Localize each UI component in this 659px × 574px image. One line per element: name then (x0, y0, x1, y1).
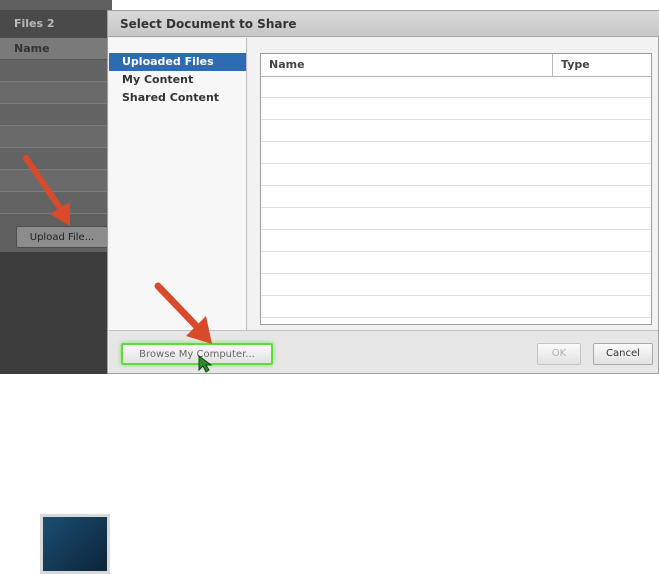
dialog-title: Select Document to Share (108, 11, 659, 37)
annotation-arrow-upload (23, 155, 70, 226)
background-thumbnail (0, 252, 112, 574)
list-item[interactable] (0, 82, 112, 104)
table-body (261, 76, 651, 324)
list-item[interactable] (0, 126, 112, 148)
monitor-image (40, 514, 110, 574)
column-header-type[interactable]: Type (553, 54, 651, 76)
table-row (261, 230, 651, 252)
file-table: Name Type (260, 53, 652, 325)
table-row (261, 186, 651, 208)
table-row (261, 142, 651, 164)
content-area: Name Type (248, 38, 658, 330)
table-row (261, 120, 651, 142)
table-row (261, 76, 651, 98)
sidebar-item-uploaded-files[interactable]: Uploaded Files (109, 53, 246, 71)
ok-button[interactable]: OK (537, 343, 581, 365)
column-header-name[interactable]: Name (261, 54, 553, 76)
table-row (261, 98, 651, 120)
sidebar-item-shared-content[interactable]: Shared Content (109, 89, 246, 107)
sidebar-item-my-content[interactable]: My Content (109, 71, 246, 89)
table-header: Name Type (261, 54, 651, 77)
files-panel-title: Files 2 (0, 10, 112, 38)
cancel-button[interactable]: Cancel (593, 343, 653, 365)
table-row (261, 274, 651, 296)
files-column-header[interactable]: Name (0, 38, 112, 60)
table-row (261, 252, 651, 274)
list-item[interactable] (0, 104, 112, 126)
mouse-cursor-icon (198, 355, 213, 373)
table-row (261, 296, 651, 318)
table-row (261, 164, 651, 186)
table-row (261, 208, 651, 230)
list-item[interactable] (0, 60, 112, 82)
annotation-arrow-browse (154, 282, 212, 344)
